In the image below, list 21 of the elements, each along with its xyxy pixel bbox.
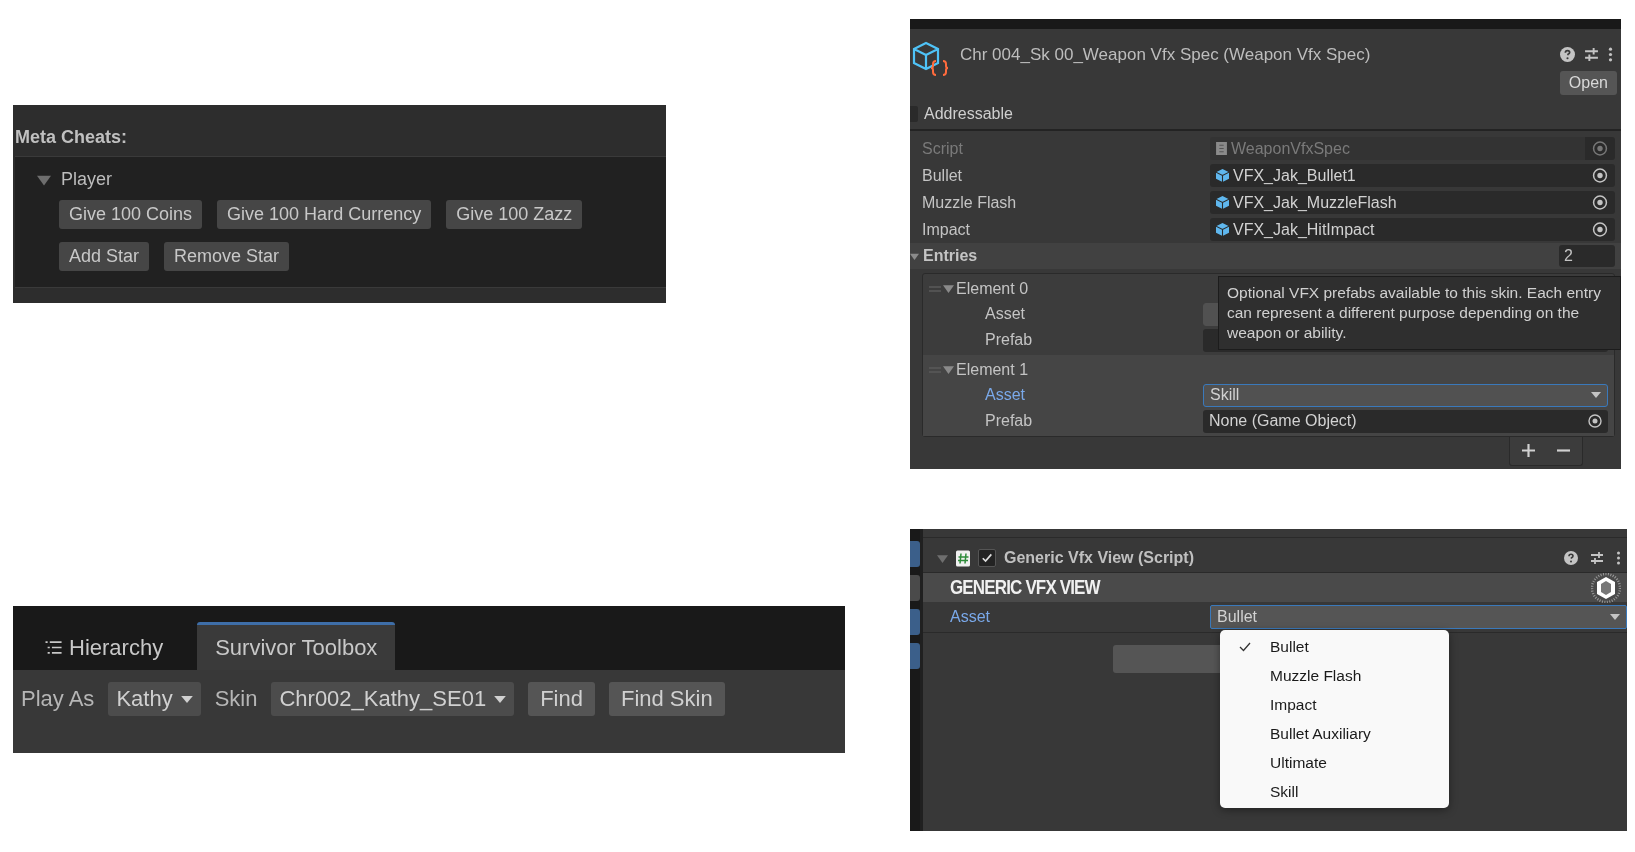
field-label: Prefab — [985, 412, 1034, 430]
play-as-label: Play As — [21, 686, 95, 712]
field-label: Asset — [985, 305, 1026, 323]
element-label: Element 0 — [956, 279, 1029, 298]
field-label: Script — [922, 139, 964, 158]
asset-title: Chr 004_Sk 00_Weapon Vfx Spec (Weapon Vfx Spec) — [960, 44, 1372, 65]
section-title: Meta Cheats: — [14, 127, 129, 149]
banner-title: GENERIC VFX VIEW — [950, 576, 1100, 599]
field-label: Bullet — [922, 166, 964, 185]
field-label: Muzzle Flash — [922, 193, 1018, 212]
foldout-label: Player — [61, 169, 113, 190]
component-title: Generic Vfx View (Script) — [1004, 549, 1195, 567]
field-label: Prefab — [985, 331, 1034, 349]
tooltip: Optional VFX prefabs available to this skin. Each entry can represent a different purpose depending on the weapon or ability. — [1218, 276, 1621, 350]
field-label: Impact — [922, 220, 971, 239]
field-label: Asset — [985, 386, 1026, 404]
field-label: Asset — [950, 608, 991, 626]
skin-label: Skin — [214, 686, 258, 712]
element-label: Element 1 — [956, 360, 1029, 379]
addressable-label: Addressable — [924, 105, 1013, 123]
entries-label: Entries — [923, 247, 979, 265]
